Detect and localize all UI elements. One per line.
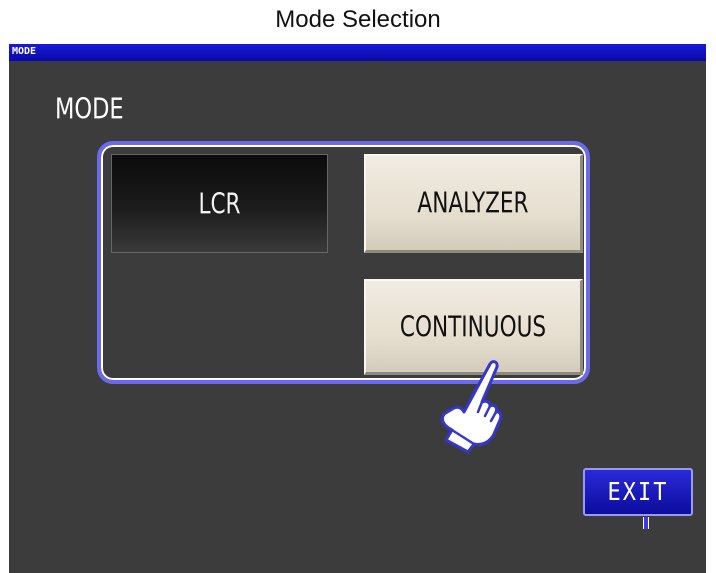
analyzer-mode-label: ANALYZER: [417, 186, 529, 220]
lcr-mode-label: LCR: [198, 186, 241, 221]
analyzer-mode-button[interactable]: ANALYZER: [364, 154, 583, 253]
header-label: MODE: [12, 46, 37, 57]
page: Mode Selection MODE MODE LCR ANALYZER CO…: [0, 0, 716, 573]
header-bar: MODE: [9, 44, 706, 61]
exit-callout-line: [643, 517, 649, 529]
exit-label: EXIT: [607, 477, 669, 507]
pointing-hand-icon: [440, 360, 503, 454]
continuous-mode-label: CONTINUOUS: [399, 309, 547, 344]
section-label: MODE: [55, 92, 124, 126]
page-caption: Mode Selection: [275, 6, 441, 33]
lcr-mode-button[interactable]: LCR: [111, 154, 328, 253]
exit-button[interactable]: EXIT: [583, 468, 693, 516]
